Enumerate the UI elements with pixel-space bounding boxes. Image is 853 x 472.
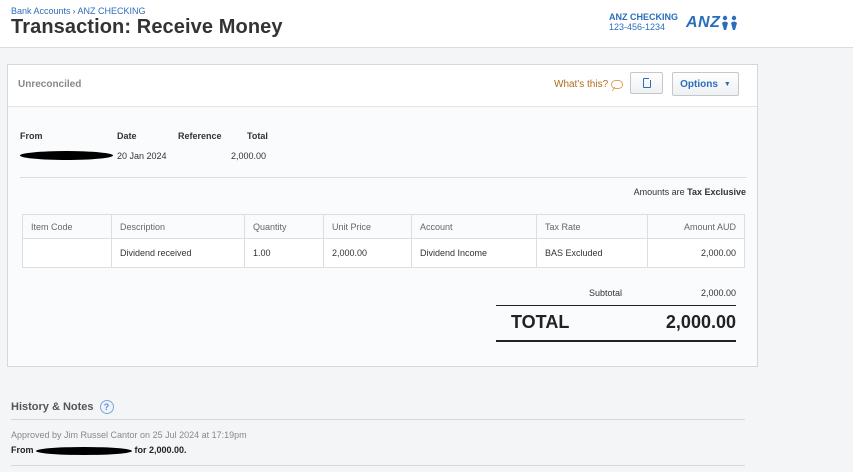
date-label: Date: [117, 131, 137, 141]
history-bottom-divider: [11, 465, 745, 466]
from-label: From: [20, 131, 43, 141]
top-bar: Bank Accounts › ANZ CHECKING Transaction: …: [0, 0, 853, 48]
breadcrumb-account[interactable]: ANZ CHECKING: [78, 6, 146, 16]
col-unit-price: Unit Price: [323, 214, 412, 239]
speech-bubble-icon: [611, 80, 624, 89]
chevron-down-icon: ▼: [723, 80, 731, 88]
cell-tax-rate: BAS Excluded: [536, 238, 648, 268]
from-contact-redacted: [20, 151, 113, 160]
document-copy-icon: [642, 77, 652, 88]
account-info: ANZ CHECKING 123-456-1234: [609, 12, 678, 32]
help-icon[interactable]: ?: [99, 400, 114, 414]
table-row: Dividend received 1.00 2,000.00 Dividend…: [22, 238, 745, 268]
cell-item-code: [22, 238, 112, 268]
options-button[interactable]: Options ▼: [672, 72, 739, 96]
whats-this-label[interactable]: What's this?: [554, 79, 608, 90]
date-value: 20 Jan 2024: [117, 151, 167, 161]
history-from-suffix: for 2,000.00.: [134, 445, 187, 455]
breadcrumb-separator: ›: [72, 6, 76, 16]
history-contact-redacted: [36, 446, 133, 455]
account-name[interactable]: ANZ CHECKING: [609, 12, 678, 22]
copy-button[interactable]: [630, 72, 663, 94]
cell-description: Dividend received: [111, 238, 245, 268]
history-from-prefix: From: [11, 445, 34, 455]
history-approved-text: Approved by Jim Russel Cantor on 25 Jul …: [11, 430, 247, 440]
subtotal-label: Subtotal: [589, 288, 623, 298]
breadcrumb: Bank Accounts › ANZ CHECKING: [11, 6, 146, 16]
tax-note-prefix: Amounts are: [633, 187, 685, 197]
total-top-rule: [496, 305, 736, 306]
total-bottom-rule: [496, 340, 736, 342]
page-title: Transaction: Receive Money: [11, 16, 283, 38]
total-value-big: 2,000.00: [665, 312, 736, 332]
subtotal-value: 2,000.00: [700, 288, 736, 298]
reference-label: Reference: [178, 131, 222, 141]
col-tax-rate: Tax Rate: [536, 214, 648, 239]
total-value: 2,000.00: [231, 151, 267, 161]
history-from-line: From for 2,000.00.: [11, 445, 187, 455]
total-label-big: TOTAL: [511, 312, 570, 332]
panel-header: Unreconciled What's this? Options ▼: [8, 65, 757, 107]
tax-note: Amounts are Tax Exclusive: [634, 187, 746, 197]
history-title-text: History & Notes: [11, 401, 94, 413]
cell-amount: 2,000.00: [647, 238, 745, 268]
anz-logo-text: ANZ: [686, 14, 721, 31]
col-amount: Amount AUD: [647, 214, 745, 239]
cell-unit-price: 2,000.00: [323, 238, 412, 268]
col-account: Account: [411, 214, 537, 239]
reconcile-status: Unreconciled: [18, 79, 82, 90]
cell-quantity: 1.00: [244, 238, 324, 268]
col-description: Description: [111, 214, 245, 239]
tax-mode: Tax Exclusive: [687, 187, 746, 197]
history-divider: [11, 419, 745, 420]
col-quantity: Quantity: [244, 214, 324, 239]
total-label: Total: [247, 131, 268, 141]
account-number: 123-456-1234: [609, 22, 666, 32]
anz-logo: ANZ: [686, 12, 740, 34]
whats-this-link[interactable]: What's this?: [554, 79, 624, 90]
col-item-code: Item Code: [22, 214, 112, 239]
breadcrumb-bank-accounts[interactable]: Bank Accounts: [11, 6, 71, 16]
table-header-row: Item Code Description Quantity Unit Pric…: [22, 214, 745, 239]
line-items-table: Item Code Description Quantity Unit Pric…: [22, 214, 745, 268]
options-label: Options: [680, 78, 718, 90]
cell-account: Dividend Income: [411, 238, 537, 268]
anz-people-icon: [722, 15, 738, 30]
history-title: History & Notes ?: [11, 400, 114, 414]
divider: [20, 177, 747, 178]
